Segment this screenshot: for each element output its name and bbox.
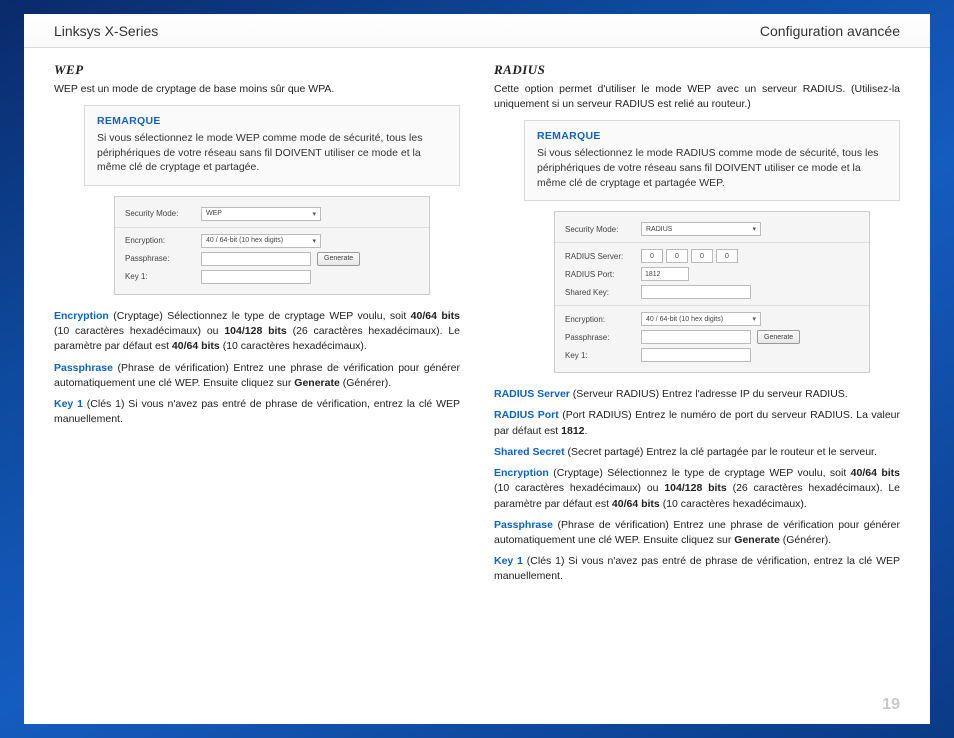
desc-encryption: Encryption (Cryptage) Sélectionnez le ty… [54,309,460,355]
column-radius: Radius Cette option permet d'utiliser le… [494,62,900,591]
select-security-mode[interactable]: WEP [201,207,321,221]
desc-radius-server: RADIUS Server (Serveur RADIUS) Entrez l'… [494,387,900,402]
input-radius-port[interactable]: 1812 [641,267,689,281]
note-title: REMARQUE [97,114,447,129]
label-security-mode: Security Mode: [125,209,195,218]
select-encryption[interactable]: 40 / 64-bit (10 hex digits) [641,312,761,326]
page: Linksys X-Series Configuration avancée W… [24,14,930,724]
label-key1: Key 1: [125,272,195,281]
screenshot-wep: Security Mode: WEP Encryption: 40 / 64-b… [114,196,430,295]
header-right: Configuration avancée [760,23,900,39]
input-passphrase[interactable] [201,252,311,266]
header-left: Linksys X-Series [54,23,158,39]
screenshot-radius: Security Mode: RADIUS RADIUS Server: 0 0… [554,211,870,373]
section-title-radius: Radius [494,62,900,78]
input-passphrase[interactable] [641,330,751,344]
note-title: REMARQUE [537,129,887,144]
input-key1[interactable] [641,348,751,362]
desc-encryption: Encryption (Cryptage) Sélectionnez le ty… [494,466,900,512]
label-key1: Key 1: [565,351,635,360]
label-shared-key: Shared Key: [565,288,635,297]
section-title-wep: Wep [54,62,460,78]
select-encryption[interactable]: 40 / 64-bit (10 hex digits) [201,234,321,248]
select-security-mode[interactable]: RADIUS [641,222,761,236]
label-passphrase: Passphrase: [125,254,195,263]
note-radius: REMARQUE Si vous sélectionnez le mode RA… [524,120,900,201]
desc-shared-secret: Shared Secret (Secret partagé) Entrez la… [494,445,900,460]
columns: Wep WEP est un mode de cryptage de base … [24,48,930,591]
label-security-mode: Security Mode: [565,225,635,234]
note-body: Si vous sélectionnez le mode RADIUS comm… [537,146,887,190]
page-number: 19 [882,696,900,714]
generate-button[interactable]: Generate [757,330,800,344]
note-wep: REMARQUE Si vous sélectionnez le mode WE… [84,105,460,186]
desc-key1: Key 1 (Clés 1) Si vous n'avez pas entré … [494,554,900,584]
desc-key1: Key 1 (Clés 1) Si vous n'avez pas entré … [54,397,460,427]
label-radius-port: RADIUS Port: [565,270,635,279]
radius-intro: Cette option permet d'utiliser le mode W… [494,82,900,112]
desc-passphrase: Passphrase (Phrase de vérification) Entr… [494,518,900,548]
desc-passphrase: Passphrase (Phrase de vérification) Entr… [54,361,460,391]
input-radius-server[interactable]: 0 0 0 0 [641,249,738,263]
wep-intro: WEP est un mode de cryptage de base moin… [54,82,460,97]
note-body: Si vous sélectionnez le mode WEP comme m… [97,131,447,175]
input-key1[interactable] [201,270,311,284]
input-shared-key[interactable] [641,285,751,299]
label-encryption: Encryption: [565,315,635,324]
label-encryption: Encryption: [125,236,195,245]
label-radius-server: RADIUS Server: [565,252,635,261]
generate-button[interactable]: Generate [317,252,360,266]
page-header: Linksys X-Series Configuration avancée [24,14,930,48]
desc-radius-port: RADIUS Port (Port RADIUS) Entrez le numé… [494,408,900,438]
label-passphrase: Passphrase: [565,333,635,342]
column-wep: Wep WEP est un mode de cryptage de base … [54,62,460,591]
